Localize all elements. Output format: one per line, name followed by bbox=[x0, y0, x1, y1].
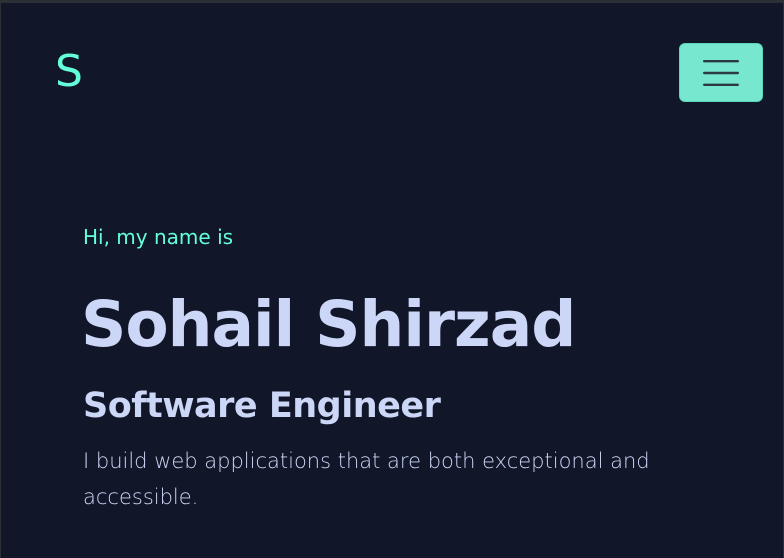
hero-role: Software Engineer bbox=[83, 386, 441, 426]
hero-name: Sohail Shirzad bbox=[81, 288, 576, 361]
site-header: S bbox=[1, 3, 783, 123]
hero-description: I build web applications that are both e… bbox=[83, 449, 650, 509]
greeting-text: Hi, my name is bbox=[83, 225, 234, 249]
hamburger-menu-icon bbox=[703, 59, 739, 86]
menu-button[interactable] bbox=[679, 43, 763, 102]
logo[interactable]: S bbox=[55, 47, 83, 97]
